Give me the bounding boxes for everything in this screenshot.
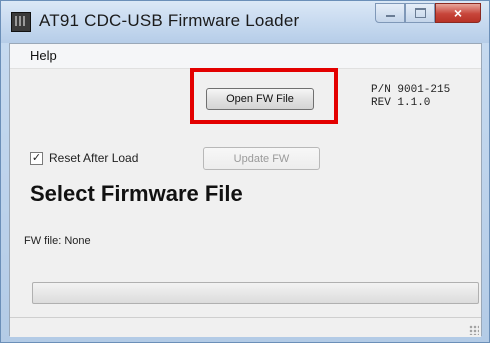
resize-grip-icon[interactable] xyxy=(469,325,479,335)
client-area: Help Open FW File P/N 9001-215 REV 1.1.0… xyxy=(9,43,482,337)
app-icon xyxy=(11,12,31,32)
maximize-icon xyxy=(414,8,426,18)
part-info: P/N 9001-215 REV 1.1.0 xyxy=(371,84,450,110)
status-heading: Select Firmware File xyxy=(30,181,243,206)
menu-bar: Help xyxy=(10,44,481,69)
progress-bar xyxy=(32,282,479,304)
window-title: AT91 CDC-USB Firmware Loader xyxy=(39,11,300,30)
status-bar xyxy=(10,318,481,337)
close-icon: × xyxy=(453,5,463,21)
reset-after-load-option: ✓ Reset After Load xyxy=(30,151,138,165)
menu-item-help[interactable]: Help xyxy=(30,48,57,63)
close-button[interactable]: × xyxy=(435,3,481,23)
app-window: AT91 CDC-USB Firmware Loader × Help Open… xyxy=(0,0,490,343)
update-fw-button: Update FW xyxy=(203,147,320,170)
fw-file-label: FW file: None xyxy=(24,235,91,247)
title-bar[interactable]: AT91 CDC-USB Firmware Loader × xyxy=(1,1,489,43)
revision: REV 1.1.0 xyxy=(371,97,431,109)
minimize-button[interactable] xyxy=(375,3,405,23)
minimize-icon xyxy=(385,15,395,17)
reset-after-load-checkbox[interactable]: ✓ xyxy=(30,151,43,165)
part-number: P/N 9001-215 xyxy=(371,84,451,96)
maximize-button[interactable] xyxy=(405,3,435,23)
highlight-box xyxy=(190,68,338,124)
caption-buttons: × xyxy=(375,3,481,25)
reset-after-load-label[interactable]: Reset After Load xyxy=(49,151,138,165)
